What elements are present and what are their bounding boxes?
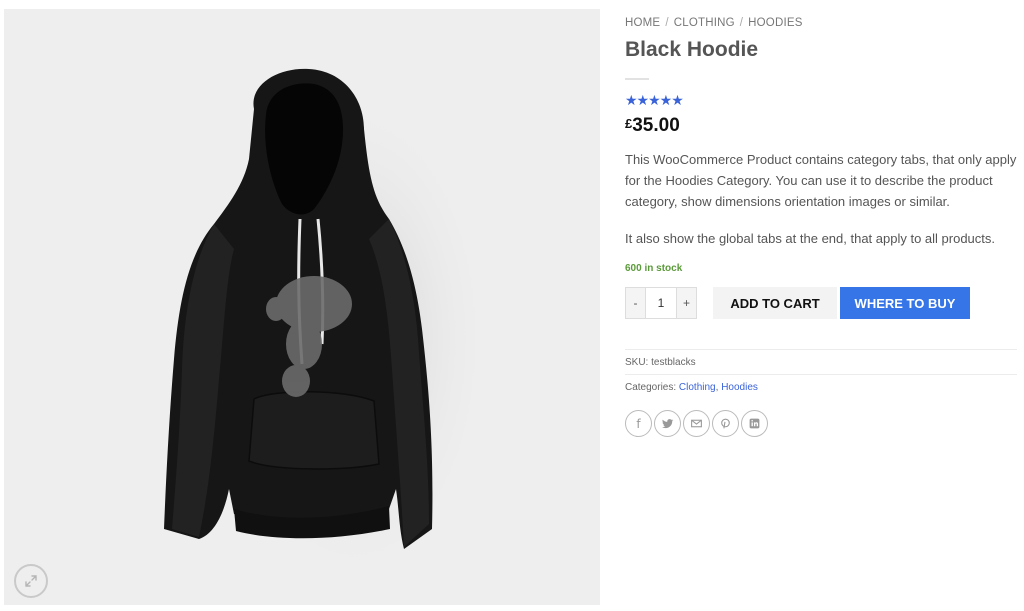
- twitter-icon: [662, 419, 674, 429]
- price-amount: 35.00: [632, 115, 680, 136]
- breadcrumb-separator: /: [665, 17, 669, 29]
- product-price: £35.00: [625, 115, 680, 137]
- category-link-hoodies[interactable]: Hoodies: [721, 382, 758, 393]
- zoom-button[interactable]: [14, 564, 48, 598]
- quantity-stepper: - +: [625, 287, 697, 319]
- share-email-button[interactable]: [683, 410, 710, 437]
- product-description-2: It also show the global tabs at the end,…: [625, 231, 996, 246]
- share-pinterest-button[interactable]: [712, 410, 739, 437]
- sku-label: SKU:: [625, 357, 649, 368]
- sku-line: SKU: testblacks: [625, 357, 696, 368]
- star-rating[interactable]: ★★★★★: [625, 92, 684, 109]
- product-gallery[interactable]: [4, 9, 600, 605]
- facebook-icon: f: [636, 416, 641, 431]
- product-title: Black Hoodie: [625, 38, 759, 61]
- quantity-plus-button[interactable]: +: [677, 288, 696, 318]
- share-linkedin-button[interactable]: [741, 410, 768, 437]
- breadcrumb: HOME / CLOTHING / HOODIES: [625, 17, 803, 29]
- share-icons: f: [625, 410, 768, 437]
- where-to-buy-button[interactable]: WHERE TO BUY: [840, 287, 970, 319]
- currency-symbol: £: [625, 116, 633, 131]
- share-facebook-button[interactable]: f: [625, 410, 652, 437]
- category-separator: ,: [715, 382, 719, 393]
- categories-label: Categories:: [625, 382, 677, 393]
- meta-divider: [625, 349, 1017, 350]
- breadcrumb-home[interactable]: HOME: [625, 17, 660, 29]
- categories-line: Categories: Clothing, Hoodies: [625, 382, 758, 393]
- add-to-cart-button[interactable]: ADD TO CART: [713, 287, 837, 319]
- breadcrumb-clothing[interactable]: CLOTHING: [674, 17, 735, 29]
- category-link-clothing[interactable]: Clothing: [679, 382, 716, 393]
- quantity-input[interactable]: [645, 288, 677, 318]
- product-description: This WooCommerce Product contains catego…: [625, 152, 1017, 209]
- share-twitter-button[interactable]: [654, 410, 681, 437]
- stock-status: 600 in stock: [625, 263, 683, 274]
- meta-divider: [625, 374, 1017, 375]
- expand-arrows-icon: [25, 575, 37, 587]
- breadcrumb-separator: /: [739, 17, 744, 29]
- pinterest-icon: [721, 418, 730, 429]
- product-image[interactable]: [4, 9, 600, 605]
- email-icon: [691, 419, 702, 428]
- title-divider: [625, 78, 649, 80]
- quantity-minus-button[interactable]: -: [626, 288, 645, 318]
- sku-value: testblacks: [651, 357, 696, 368]
- linkedin-icon: [749, 418, 760, 429]
- breadcrumb-hoodies[interactable]: HOODIES: [748, 17, 802, 29]
